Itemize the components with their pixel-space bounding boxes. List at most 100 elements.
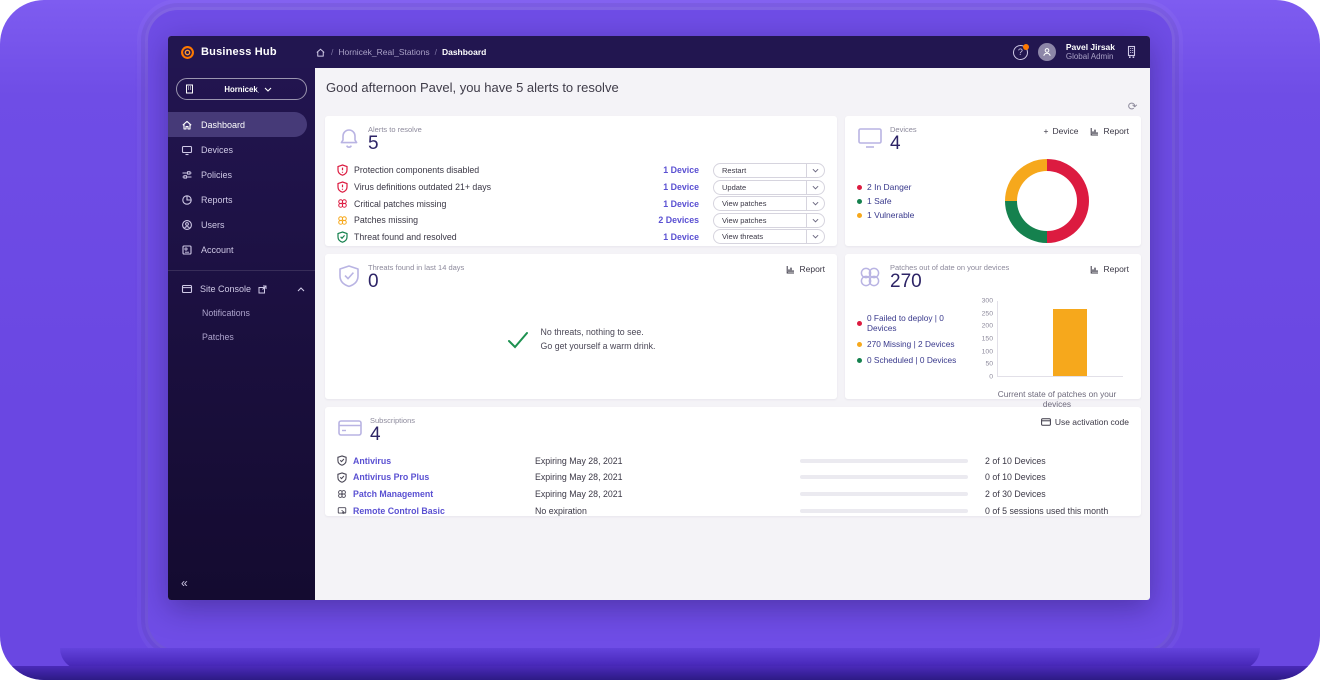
threats-card: Threats found in last 14 days 0 Report: [325, 254, 837, 399]
legend-item[interactable]: 1 Safe: [857, 196, 914, 206]
patch-icon: [337, 215, 348, 226]
alert-label: Threat found and resolved: [354, 232, 635, 242]
patch-icon: [857, 264, 883, 290]
sidebar: Hornicek_Real_Statio... Dashboard Device…: [168, 68, 315, 600]
site-selector[interactable]: Hornicek_Real_Statio...: [176, 78, 307, 100]
legend-item: 0 Scheduled | 0 Devices: [857, 355, 975, 365]
empty-line-2: Go get yourself a warm drink.: [541, 340, 656, 354]
breadcrumb-site[interactable]: Hornicek_Real_Stations: [338, 47, 429, 57]
sidebar-collapse-button[interactable]: «: [181, 576, 188, 590]
alert-action-select[interactable]: Update: [713, 180, 825, 195]
subscriptions-card: Subscriptions 4 Use activation code Anti…: [325, 407, 1141, 516]
bell-icon: [337, 126, 361, 152]
sidebar-subitem-label: Patches: [202, 332, 234, 342]
subscription-link[interactable]: Antivirus: [337, 455, 535, 466]
legend-dot: [857, 213, 862, 218]
empty-line-1: No threats, nothing to see.: [541, 326, 656, 340]
patches-card: Patches out of date on your devices 270 …: [845, 254, 1141, 399]
patches-bar-chart: 300 250 200 150 100 50 0: [975, 301, 1129, 409]
app-title: Business Hub: [201, 46, 277, 58]
sidebar-item-users[interactable]: Users: [168, 212, 307, 237]
sidebar-section-site-console[interactable]: Site Console: [168, 277, 315, 301]
alerts-card: Alerts to resolve 5 Protection component…: [325, 116, 837, 246]
alert-label: Virus definitions outdated 21+ days: [354, 182, 635, 192]
subscription-usage: 0 of 10 Devices: [985, 472, 1129, 482]
subscription-row: Antivirus Pro Plus Expiring May 28, 2021…: [337, 469, 1129, 486]
legend-item[interactable]: 1 Vulnerable: [857, 210, 914, 220]
subscription-expiry: Expiring May 28, 2021: [535, 456, 800, 466]
help-icon[interactable]: ?: [1013, 45, 1028, 60]
sidebar-item-patches[interactable]: Patches: [168, 325, 315, 349]
sidebar-item-label: Users: [201, 220, 225, 230]
subscription-usage: 2 of 10 Devices: [985, 456, 1129, 466]
purple-backdrop: Business Hub / Hornicek_Real_Stations / …: [0, 0, 1320, 680]
use-activation-code-button[interactable]: Use activation code: [1041, 417, 1129, 427]
legend-dot: [857, 358, 862, 363]
legend-dot: [857, 321, 862, 326]
device-count-link[interactable]: 1 Device: [641, 232, 699, 242]
device-count-link[interactable]: 1 Device: [641, 182, 699, 192]
alert-action-select[interactable]: View threats: [713, 229, 825, 244]
building-icon[interactable]: [1125, 45, 1138, 59]
home-icon: [181, 119, 193, 131]
sidebar-item-label: Policies: [201, 170, 232, 180]
avatar[interactable]: [1038, 43, 1056, 61]
chevron-down-icon: [264, 87, 298, 92]
chevron-down-icon[interactable]: [806, 197, 824, 210]
sidebar-item-account[interactable]: Account: [168, 237, 307, 262]
report-icon: [1090, 265, 1099, 274]
header-actions: ? Pavel Jirsak Global Admin: [1013, 42, 1150, 63]
card-title: Threats found in last 14 days: [368, 264, 464, 272]
subscription-usage: 0 of 5 sessions used this month: [985, 506, 1129, 516]
monitor-icon: [857, 126, 883, 150]
site-icon: [185, 84, 219, 94]
alerts-count: 5: [368, 134, 422, 155]
alert-action-select[interactable]: Restart: [713, 163, 825, 178]
subscription-link[interactable]: Antivirus Pro Plus: [337, 472, 535, 483]
add-device-button[interactable]: +Device: [1044, 126, 1079, 136]
subscription-usage: 2 of 30 Devices: [985, 489, 1129, 499]
alert-action-select[interactable]: View patches: [713, 196, 825, 211]
devices-donut[interactable]: [1005, 159, 1089, 243]
user-name: Pavel Jirsak: [1066, 42, 1115, 53]
devices-report-button[interactable]: Report: [1090, 126, 1129, 136]
shield-alert-icon: [337, 181, 348, 193]
devices-legend: 2 In Danger 1 Safe 1 Vulnerable: [857, 182, 914, 220]
device-count-link[interactable]: 1 Device: [641, 165, 699, 175]
alert-action-select[interactable]: View patches: [713, 213, 825, 228]
sidebar-item-label: Dashboard: [201, 120, 245, 130]
patches-report-button[interactable]: Report: [1090, 264, 1129, 274]
sidebar-item-notifications[interactable]: Notifications: [168, 301, 315, 325]
sidebar-item-dashboard[interactable]: Dashboard: [168, 112, 307, 137]
sidebar-item-label: Account: [201, 245, 234, 255]
shield-check-icon: [337, 264, 361, 290]
refresh-icon[interactable]: ⟳: [1128, 100, 1138, 113]
subscription-link[interactable]: Patch Management: [337, 489, 535, 499]
chevron-down-icon[interactable]: [806, 214, 824, 227]
chevron-down-icon[interactable]: [806, 164, 824, 177]
sidebar-item-policies[interactable]: Policies: [168, 162, 307, 187]
chevron-down-icon[interactable]: [806, 181, 824, 194]
alert-label: Patches missing: [354, 215, 635, 225]
home-icon[interactable]: [315, 47, 326, 58]
device-count-link[interactable]: 2 Devices: [641, 215, 699, 225]
avast-logo-icon: [180, 45, 195, 60]
browser-window-icon: [181, 283, 193, 295]
sidebar-item-devices[interactable]: Devices: [168, 137, 307, 162]
subscription-link[interactable]: Remote Control Basic: [337, 506, 535, 516]
account-icon: [181, 244, 193, 256]
chevron-up-icon[interactable]: [297, 287, 305, 292]
logo: Business Hub: [168, 45, 315, 60]
device-count-link[interactable]: 1 Device: [641, 199, 699, 209]
chevron-down-icon[interactable]: [806, 230, 824, 243]
usage-progress-bar: [800, 475, 968, 479]
alert-label: Critical patches missing: [354, 199, 635, 209]
sidebar-divider: [168, 270, 315, 271]
legend-item[interactable]: 2 In Danger: [857, 182, 914, 192]
sidebar-item-reports[interactable]: Reports: [168, 187, 307, 212]
sidebar-item-label: Devices: [201, 145, 233, 155]
user-info[interactable]: Pavel Jirsak Global Admin: [1066, 42, 1115, 63]
patch-icon: [337, 198, 348, 209]
threats-report-button[interactable]: Report: [786, 264, 825, 274]
alert-label: Protection components disabled: [354, 165, 635, 175]
